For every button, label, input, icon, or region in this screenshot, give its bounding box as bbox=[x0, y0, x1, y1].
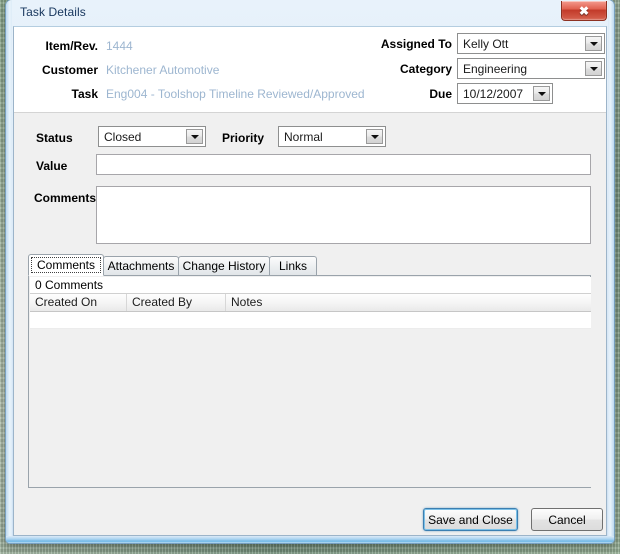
priority-label: Priority bbox=[222, 131, 265, 145]
title-bar[interactable]: Task Details ✖ bbox=[6, 0, 614, 26]
tab-control: Comments Attachments Change History Link… bbox=[28, 254, 591, 488]
tab-links-label: Links bbox=[278, 259, 307, 273]
status-label: Status bbox=[36, 131, 73, 145]
window-frame-right bbox=[608, 0, 614, 543]
status-value: Closed bbox=[104, 129, 142, 144]
category-value: Engineering bbox=[463, 61, 528, 76]
tab-change-history[interactable]: Change History bbox=[178, 256, 270, 275]
tab-attachments[interactable]: Attachments bbox=[103, 256, 179, 275]
chevron-down-icon bbox=[537, 91, 546, 96]
task-value[interactable]: Eng004 - Toolshop Timeline Reviewed/Appr… bbox=[106, 87, 365, 101]
window-client-area: Item/Rev. 1444 Customer Kitchener Automo… bbox=[13, 26, 607, 536]
window-title: Task Details bbox=[20, 5, 86, 19]
item-rev-label: Item/Rev. bbox=[45, 39, 98, 53]
comments-textarea[interactable] bbox=[96, 186, 591, 244]
category-dropdown-button[interactable] bbox=[585, 61, 602, 76]
chevron-down-icon bbox=[370, 134, 379, 139]
category-combobox[interactable]: Engineering bbox=[457, 58, 605, 79]
grid-empty-area bbox=[30, 329, 591, 487]
priority-combobox[interactable]: Normal bbox=[278, 126, 386, 147]
priority-dropdown-button[interactable] bbox=[366, 129, 383, 144]
grid-header-row: Created On Created By Notes bbox=[30, 294, 591, 312]
window-frame-bottom bbox=[6, 536, 614, 543]
tab-comments-label: Comments bbox=[30, 257, 101, 273]
grid-body[interactable] bbox=[30, 312, 591, 487]
tab-change-history-label: Change History bbox=[182, 259, 266, 273]
assigned-to-label: Assigned To bbox=[380, 37, 452, 51]
grid-column-created-on[interactable]: Created On bbox=[30, 294, 127, 311]
tab-attachments-label: Attachments bbox=[107, 259, 175, 273]
due-date-value: 10/12/2007 bbox=[463, 86, 524, 101]
window-frame-left bbox=[6, 0, 12, 543]
save-and-close-button[interactable]: Save and Close bbox=[423, 508, 518, 531]
grid-empty-row bbox=[30, 312, 591, 329]
assigned-to-value: Kelly Ott bbox=[463, 36, 509, 51]
value-label: Value bbox=[36, 159, 68, 173]
grid-caption: 0 Comments bbox=[30, 277, 591, 294]
due-date-picker[interactable]: 10/12/2007 bbox=[457, 83, 553, 104]
cancel-button[interactable]: Cancel bbox=[531, 508, 603, 531]
priority-value: Normal bbox=[284, 129, 323, 144]
task-details-window: Task Details ✖ Item/Rev. 1444 Customer K… bbox=[6, 0, 614, 543]
close-icon: ✖ bbox=[578, 3, 590, 18]
chevron-down-icon bbox=[190, 134, 199, 139]
tab-strip: Comments Attachments Change History Link… bbox=[28, 254, 591, 276]
assigned-to-combobox[interactable]: Kelly Ott bbox=[457, 33, 605, 54]
close-button[interactable]: ✖ bbox=[561, 1, 607, 21]
tab-body: 0 Comments Created On Created By Notes bbox=[28, 275, 591, 488]
tab-links[interactable]: Links bbox=[269, 256, 317, 275]
chevron-down-icon bbox=[589, 41, 598, 46]
due-date-dropdown-button[interactable] bbox=[533, 86, 550, 101]
header-panel: Item/Rev. 1444 Customer Kitchener Automo… bbox=[14, 27, 606, 113]
status-combobox[interactable]: Closed bbox=[98, 126, 206, 147]
item-rev-value[interactable]: 1444 bbox=[106, 39, 133, 53]
status-dropdown-button[interactable] bbox=[186, 129, 203, 144]
comments-label: Comments bbox=[34, 191, 97, 205]
customer-value[interactable]: Kitchener Automotive bbox=[106, 63, 219, 77]
chevron-down-icon bbox=[589, 66, 598, 71]
grid-column-created-by[interactable]: Created By bbox=[127, 294, 226, 311]
due-label: Due bbox=[429, 87, 452, 101]
value-input[interactable] bbox=[96, 154, 591, 175]
customer-label: Customer bbox=[41, 63, 98, 77]
tab-comments[interactable]: Comments bbox=[28, 254, 104, 276]
category-label: Category bbox=[399, 62, 452, 76]
grid-column-notes[interactable]: Notes bbox=[226, 294, 591, 311]
assigned-to-dropdown-button[interactable] bbox=[585, 36, 602, 51]
task-label: Task bbox=[71, 87, 98, 101]
